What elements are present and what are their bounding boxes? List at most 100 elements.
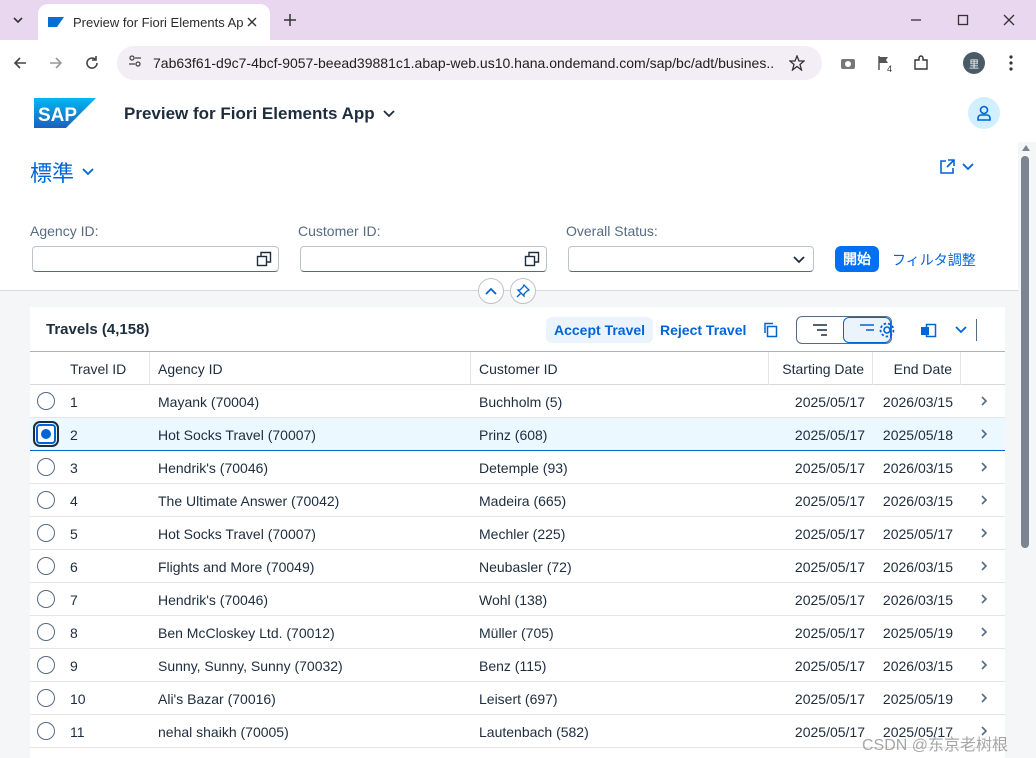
- cell-travel-id: 3: [70, 459, 78, 476]
- row-navigation-chevron-icon[interactable]: [978, 692, 990, 704]
- browser-menu-icon[interactable]: [1000, 52, 1022, 74]
- cell-customer-id: Neubasler (72): [479, 558, 572, 575]
- cell-agency-id: nehal shaikh (70005): [158, 723, 289, 740]
- agency-id-input[interactable]: [32, 246, 279, 272]
- new-tab-icon[interactable]: [280, 10, 300, 30]
- forward-icon[interactable]: [45, 52, 67, 74]
- row-select-radio[interactable]: [37, 524, 55, 542]
- cell-end-date: 2025/05/19: [882, 690, 953, 707]
- collapse-rows-icon[interactable]: [797, 317, 843, 343]
- row-select-radio[interactable]: [37, 656, 55, 674]
- reload-icon[interactable]: [81, 52, 103, 74]
- table-row[interactable]: 1 Mayank (70004) Buchholm (5) 2025/05/17 202…: [30, 385, 1005, 418]
- pin-header-button[interactable]: [510, 278, 536, 304]
- cell-customer-id: Benz (115): [479, 657, 547, 674]
- app-title-menu[interactable]: Preview for Fiori Elements App: [124, 104, 395, 124]
- overall-status-select[interactable]: [568, 246, 814, 272]
- row-select-radio[interactable]: [37, 458, 55, 476]
- row-select-radio[interactable]: [37, 689, 55, 707]
- accept-travel-button[interactable]: Accept Travel: [546, 317, 654, 343]
- minimize-icon[interactable]: [906, 10, 926, 30]
- cell-agency-id: Sunny, Sunny, Sunny (70032): [158, 657, 343, 674]
- row-navigation-chevron-icon[interactable]: [978, 527, 990, 539]
- row-navigation-chevron-icon[interactable]: [978, 395, 990, 407]
- export-menu-chevron-icon[interactable]: [950, 319, 972, 341]
- column-header-agency-id[interactable]: Agency ID: [158, 352, 223, 385]
- scrollbar-thumb[interactable]: [1021, 156, 1029, 548]
- cell-customer-id: Detemple (93): [479, 459, 568, 476]
- share-button[interactable]: [938, 158, 974, 176]
- flag-extension-icon[interactable]: 4: [873, 52, 895, 74]
- table-row[interactable]: 5 Hot Socks Travel (70007) Mechler (225) 20…: [30, 517, 1005, 550]
- row-select-radio[interactable]: [37, 392, 55, 410]
- browser-toolbar: 7ab63f61-d9c7-4bcf-9057-beead39881c1.aba…: [0, 40, 1036, 86]
- copy-icon[interactable]: [760, 319, 782, 341]
- tab-close-icon[interactable]: [244, 14, 260, 30]
- site-settings-icon[interactable]: [127, 53, 143, 74]
- camera-icon[interactable]: [837, 52, 859, 74]
- row-navigation-chevron-icon[interactable]: [978, 494, 990, 506]
- customer-id-label: Customer ID:: [298, 223, 381, 239]
- table-row[interactable]: 6 Flights and More (70049) Neubasler (72) 2…: [30, 550, 1005, 583]
- cell-starting-date: 2025/05/17: [794, 558, 865, 575]
- page-content: Travels (4,158) Accept Travel Reject Tra…: [0, 290, 1018, 758]
- table-row[interactable]: 7 Hendrik's (70046) Wohl (138) 2025/05/17 20…: [30, 583, 1005, 616]
- export-icon[interactable]: [918, 319, 940, 341]
- table-row[interactable]: 9 Sunny, Sunny, Sunny (70032) Benz (115) 20…: [30, 649, 1005, 682]
- column-header-end-date[interactable]: End Date: [878, 352, 952, 385]
- column-header-travel-id[interactable]: Travel ID: [70, 352, 126, 385]
- table-row[interactable]: 8 Ben McCloskey Ltd. (70012) Müller (705) 2…: [30, 616, 1005, 649]
- table-row[interactable]: 11 nehal shaikh (70005) Lautenbach (582) 20…: [30, 715, 1005, 748]
- scroll-up-icon[interactable]: [1021, 144, 1031, 152]
- row-select-radio[interactable]: [37, 557, 55, 575]
- row-select-radio[interactable]: [33, 421, 59, 447]
- table-row[interactable]: 10 Ali's Bazar (70016) Leisert (697) 2025/0…: [30, 682, 1005, 715]
- user-profile-button[interactable]: [968, 97, 1000, 129]
- maximize-icon[interactable]: [953, 10, 973, 30]
- value-help-icon[interactable]: [256, 251, 272, 267]
- extensions-puzzle-icon[interactable]: [910, 52, 932, 74]
- row-navigation-chevron-icon[interactable]: [978, 560, 990, 572]
- adapt-filters-link[interactable]: フィルタ調整: [892, 250, 976, 270]
- pin-icon: [516, 284, 530, 298]
- collapse-header-button[interactable]: [478, 278, 504, 304]
- customer-id-input[interactable]: [300, 246, 547, 272]
- travels-table: Travels (4,158) Accept Travel Reject Tra…: [30, 307, 1005, 758]
- cell-end-date: 2026/03/15: [882, 393, 953, 410]
- tab-search-icon[interactable]: [6, 8, 30, 32]
- address-bar[interactable]: 7ab63f61-d9c7-4bcf-9057-beead39881c1.aba…: [117, 46, 822, 80]
- page-scrollbar[interactable]: [1018, 142, 1036, 758]
- chevron-down-icon[interactable]: [791, 252, 807, 268]
- row-select-radio[interactable]: [37, 623, 55, 641]
- row-navigation-chevron-icon[interactable]: [978, 659, 990, 671]
- row-select-radio[interactable]: [37, 590, 55, 608]
- bookmark-star-icon[interactable]: [788, 54, 806, 76]
- column-header-starting-date[interactable]: Starting Date: [774, 352, 864, 385]
- table-row[interactable]: 4 The Ultimate Answer (70042) Madeira (665…: [30, 484, 1005, 517]
- browser-profile-avatar[interactable]: 里: [963, 52, 985, 74]
- settings-gear-icon[interactable]: [876, 319, 898, 341]
- row-navigation-chevron-icon[interactable]: [978, 593, 990, 605]
- back-icon[interactable]: [9, 52, 31, 74]
- row-navigation-chevron-icon[interactable]: [978, 626, 990, 638]
- table-row[interactable]: 2 Hot Socks Travel (70007) Prinz (608) 2025…: [30, 418, 1005, 451]
- row-navigation-chevron-icon[interactable]: [978, 428, 990, 440]
- cell-customer-id: Mechler (225): [479, 525, 566, 542]
- reject-travel-button[interactable]: Reject Travel: [652, 317, 754, 343]
- go-button[interactable]: 開始: [835, 246, 879, 272]
- value-help-icon[interactable]: [524, 251, 540, 267]
- browser-tab[interactable]: Preview for Fiori Elements App: [38, 4, 270, 40]
- cell-starting-date: 2025/05/17: [794, 591, 865, 608]
- close-window-icon[interactable]: [999, 10, 1019, 30]
- cell-starting-date: 2025/05/17: [794, 624, 865, 641]
- overall-status-label: Overall Status:: [566, 223, 658, 239]
- table-row[interactable]: 3 Hendrik's (70046) Detemple (93) 2025/05/1…: [30, 451, 1005, 484]
- sap-logo[interactable]: SAP: [34, 98, 96, 128]
- variant-management[interactable]: 標準: [30, 156, 94, 188]
- column-header-customer-id[interactable]: Customer ID: [479, 352, 558, 385]
- row-navigation-chevron-icon[interactable]: [978, 461, 990, 473]
- row-select-radio[interactable]: [37, 722, 55, 740]
- row-select-radio[interactable]: [37, 491, 55, 509]
- cell-customer-id: Müller (705): [479, 624, 554, 641]
- cell-end-date: 2026/03/15: [882, 558, 953, 575]
